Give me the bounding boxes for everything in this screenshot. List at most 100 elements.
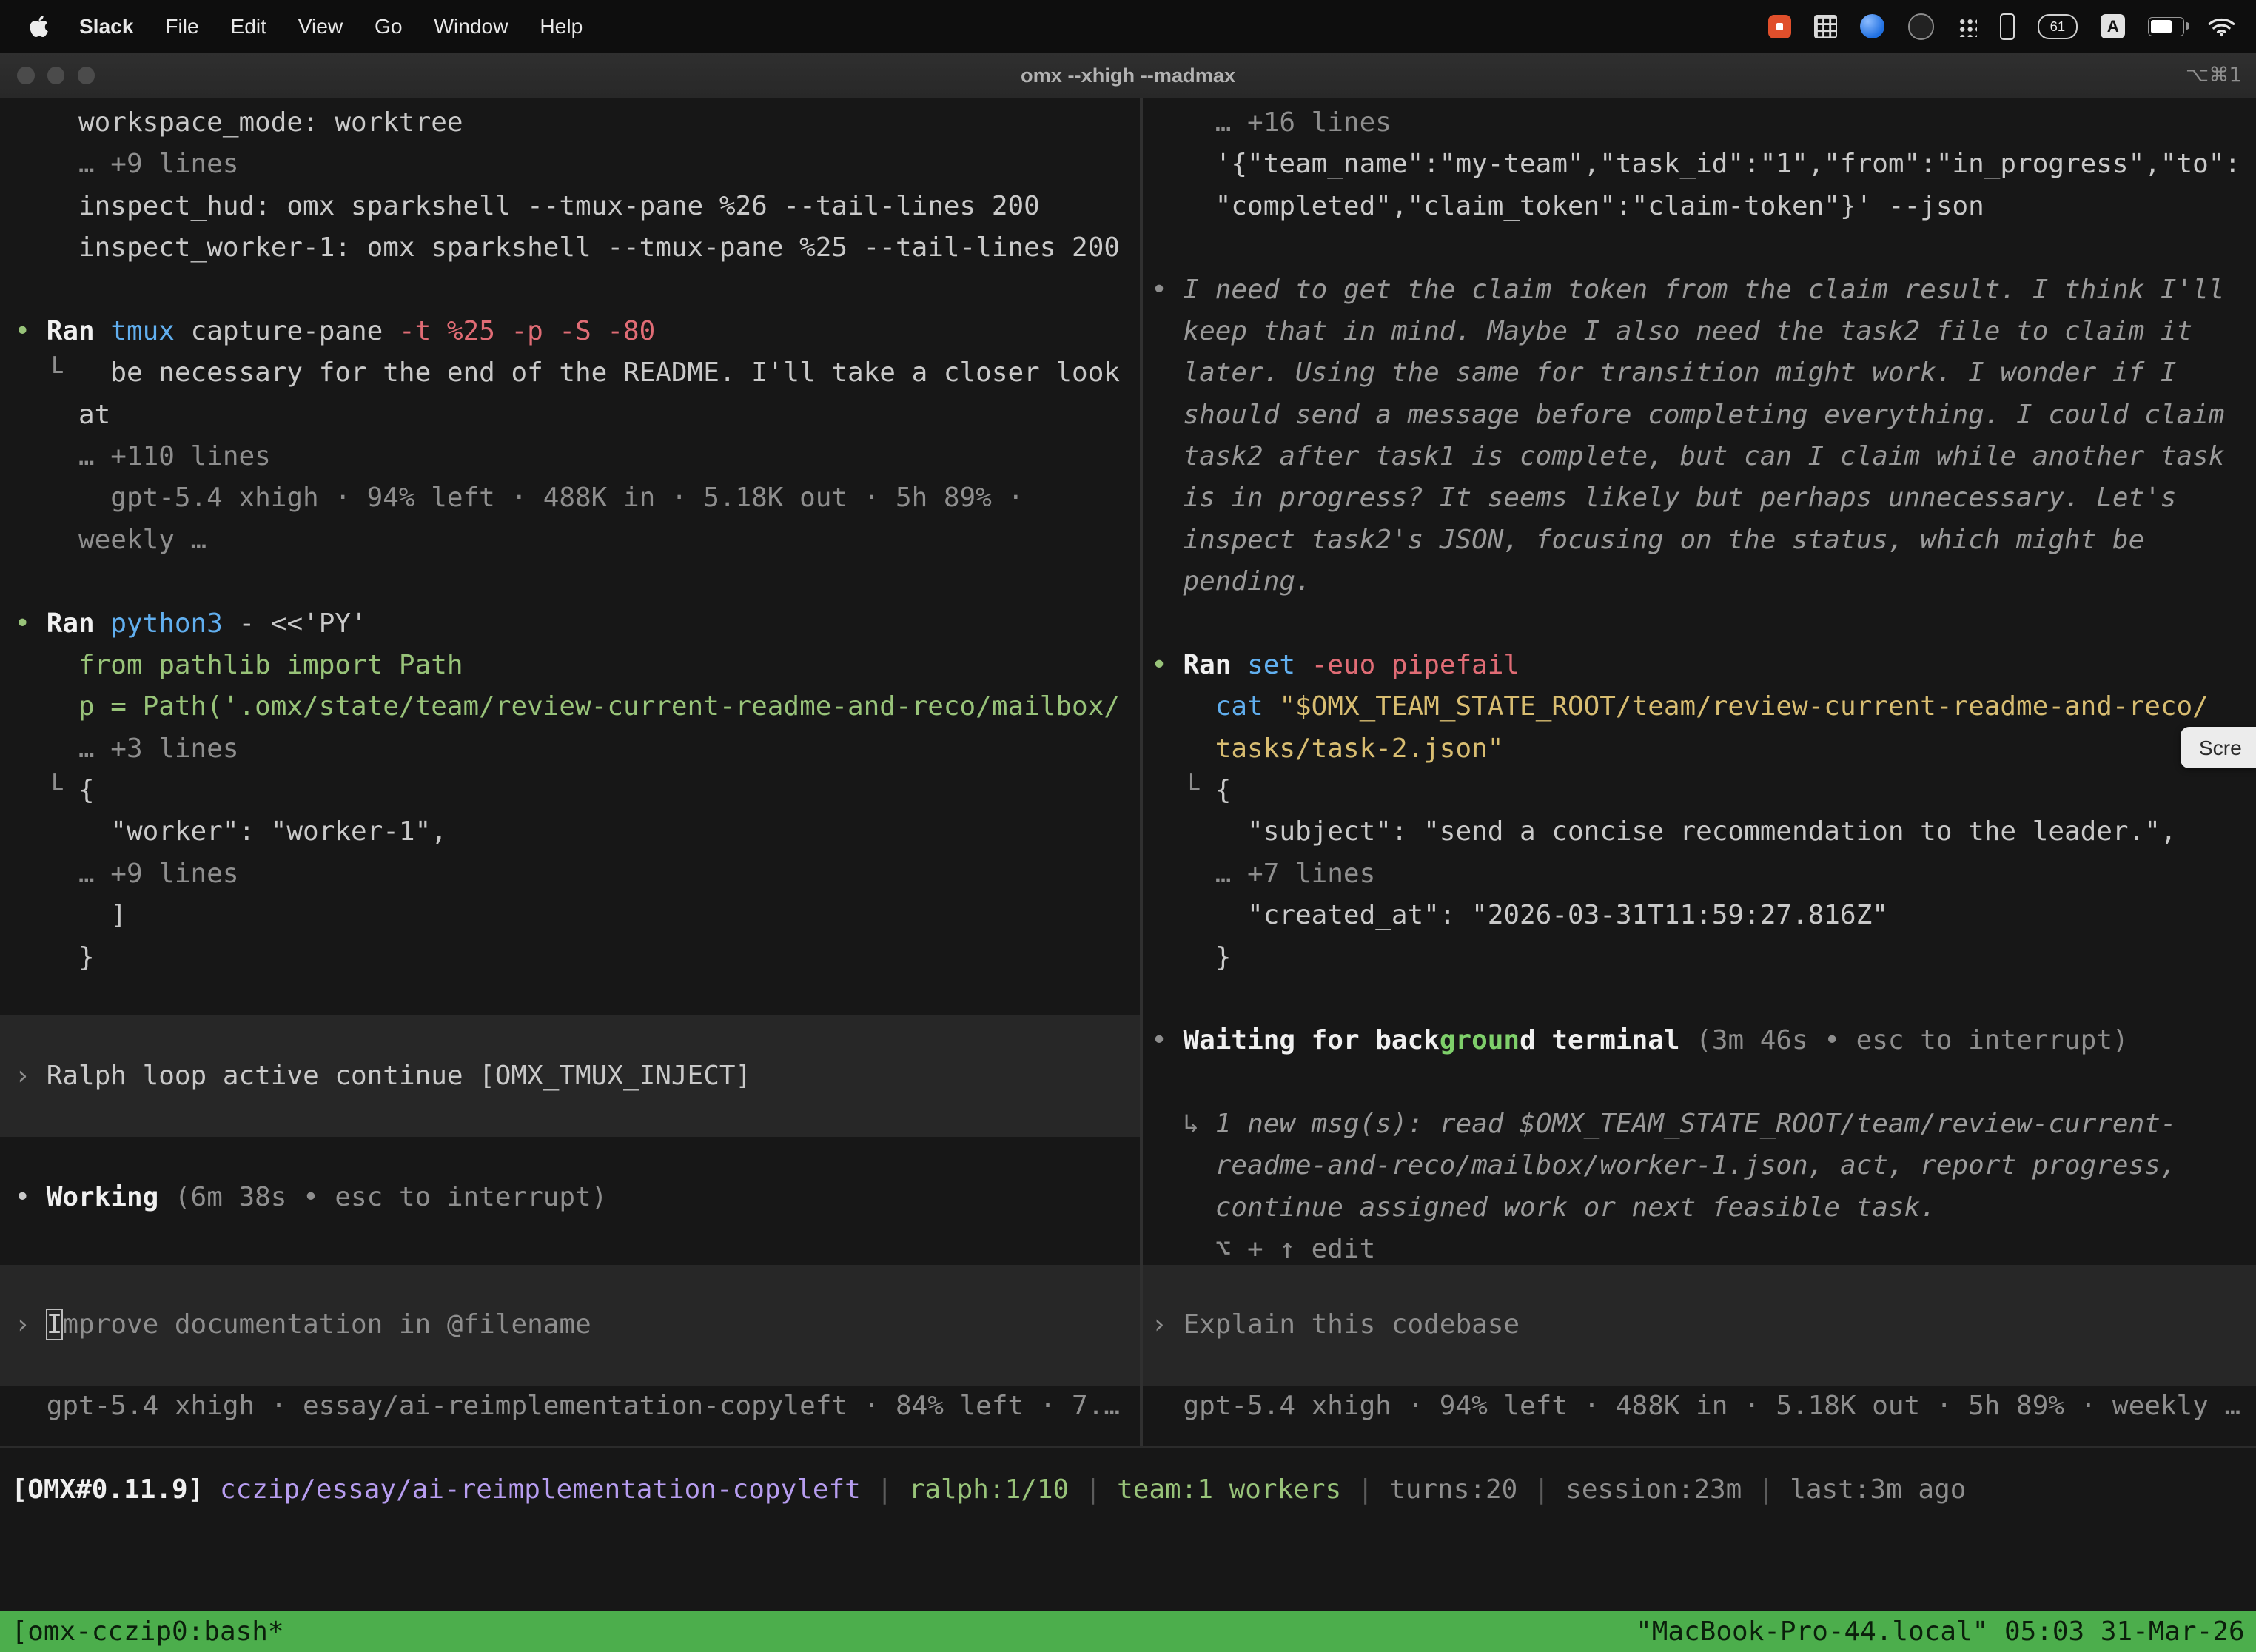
omx-status-bar: [OMX#0.11.9] cczip/essay/ai-reimplementa… <box>12 1469 1967 1511</box>
text-segment: … +7 lines <box>1151 859 1375 889</box>
text-segment: -euo pipefail <box>1312 650 1520 680</box>
window-titlebar[interactable]: omx --xhigh --madmax ⌥⌘1 <box>0 53 2256 98</box>
text-segment: Ran <box>1183 650 1247 680</box>
menu-item-file[interactable]: File <box>150 14 215 38</box>
text-segment: groun <box>1440 1025 1520 1055</box>
wifi-icon[interactable] <box>2207 15 2236 38</box>
text-segment: continue assigned work or next feasible … <box>1151 1192 1936 1223</box>
tmux-host-clock: "MacBook-Pro-44.local" 05:03 31-Mar-26 <box>1636 1616 2245 1647</box>
text-segment: › <box>14 1061 46 1091</box>
text-segment: • <box>1151 650 1183 680</box>
terminal-line <box>1151 978 2256 1020</box>
macos-menu-bar: Slack File Edit View Go Window Help 61 A <box>0 0 2256 53</box>
text-segment: gpt-5.4 xhigh · 94% left · 488K in · 5.1… <box>14 483 1024 513</box>
dark-app-icon[interactable] <box>1908 13 1934 39</box>
text-segment: Ran <box>47 316 111 346</box>
terminal-line: cat "$OMX_TEAM_STATE_ROOT/team/review-cu… <box>1151 686 2256 728</box>
text-segment: } <box>14 942 94 973</box>
terminal-line: … +110 lines <box>14 436 1139 477</box>
terminal-line: } <box>14 937 1139 978</box>
tmux-pane-left: workspace_mode: worktree … +9 lines insp… <box>0 98 1140 1446</box>
text-segment: d terminal <box>1520 1025 1679 1055</box>
text-segment: … +9 lines <box>14 859 238 889</box>
terminal-line: later. Using the same for transition mig… <box>1151 352 2256 394</box>
terminal-line: … +9 lines <box>14 853 1139 895</box>
text-segment: readme-and-reco/mailbox/worker-1.json, a… <box>1151 1150 2176 1181</box>
text-segment: capture-pane <box>175 316 399 346</box>
terminal-line: • Ran python3 - <<'PY' <box>14 603 1139 645</box>
terminal-line: ] <box>14 895 1139 936</box>
text-segment: { <box>1215 775 1232 805</box>
menu-bar-status-icons: 61 A <box>1768 13 2256 39</box>
text-segment: inspect_hud: omx sparkshell --tmux-pane … <box>14 191 1039 221</box>
text-segment: … +110 lines <box>14 441 270 471</box>
text-segment: | <box>1069 1474 1117 1505</box>
tmux-status-bar: [omx-cczip0:bash* "MacBook-Pro-44.local"… <box>0 1611 2256 1651</box>
text-segment: { <box>78 775 95 805</box>
grid-app-icon[interactable] <box>1814 15 1837 38</box>
text-segment: | <box>1517 1474 1565 1505</box>
ralph-loop-text: › Ralph loop active continue [OMX_TMUX_I… <box>14 1055 751 1097</box>
text-segment: › <box>14 1309 46 1340</box>
text-segment: Working <box>47 1182 159 1212</box>
text-segment: team:1 workers <box>1117 1474 1341 1505</box>
window-title: omx --xhigh --madmax <box>0 53 2256 98</box>
text-segment: task2 after task1 is complete, but can I… <box>1151 441 2224 471</box>
text-segment: python3 <box>110 608 223 639</box>
menu-item-go[interactable]: Go <box>359 14 418 38</box>
terminal-line: inspect task2's JSON, focusing on the st… <box>1151 520 2256 561</box>
terminal-line: continue assigned work or next feasible … <box>1151 1187 2256 1229</box>
screen: Slack File Edit View Go Window Help 61 A <box>0 0 2256 1652</box>
terminal-line: • Waiting for background terminal (3m 46… <box>1151 1020 2256 1061</box>
text-segment: └ <box>1151 775 1215 805</box>
menu-item-view[interactable]: View <box>282 14 358 38</box>
terminal-line: ↳ 1 new msg(s): read $OMX_TEAM_STATE_ROO… <box>1151 1104 2256 1145</box>
text-segment: Explain this codebase <box>1183 1309 1520 1340</box>
prompt-input-left[interactable]: › Improve documentation in @filename <box>0 1265 1140 1386</box>
menu-app-name[interactable]: Slack <box>64 14 150 38</box>
battery-percentage-badge[interactable]: 61 <box>2038 14 2078 38</box>
text-segment: … +3 lines <box>14 733 238 764</box>
pane-bottom-separator <box>0 1446 2256 1448</box>
terminal-line: inspect_worker-1: omx sparkshell --tmux-… <box>14 227 1139 269</box>
terminal-line: … +9 lines <box>14 144 1139 185</box>
menu-item-edit[interactable]: Edit <box>215 14 282 38</box>
terminal-line <box>1151 1062 2256 1104</box>
terminal-line <box>14 269 1139 311</box>
tmux-session-info: [omx-cczip0:bash* <box>12 1616 284 1647</box>
prompt-text-right: › Explain this codebase <box>1151 1304 1520 1346</box>
text-segment: turns:20 <box>1389 1474 1517 1505</box>
input-source-icon[interactable]: A <box>2101 14 2125 38</box>
apple-menu[interactable] <box>26 14 64 38</box>
terminal-line: "worker": "worker-1", <box>14 811 1139 853</box>
menu-item-help[interactable]: Help <box>524 14 599 38</box>
text-segment: [OMX#0.11.9] <box>12 1474 204 1505</box>
screen-recording-indicator-icon[interactable] <box>1768 15 1791 38</box>
text-cursor: I <box>47 1309 63 1340</box>
text-segment: be necessary for the end of the README. … <box>110 357 1120 388</box>
text-segment: "completed","claim_token":"claim-token"}… <box>1151 191 1984 221</box>
text-segment: from pathlib import Path <box>14 650 463 680</box>
text-segment: • <box>1151 275 1183 305</box>
text-segment: gpt-5.4 xhigh · 94% left · 488K in · 5.1… <box>1151 1391 2240 1421</box>
text-segment: last:3m ago <box>1790 1474 1966 1505</box>
battery-icon[interactable] <box>2148 17 2184 36</box>
text-segment: Ralph loop active continue [OMX_TMUX_INJ… <box>47 1061 751 1091</box>
terminal-line: └ be necessary for the end of the README… <box>14 352 1139 394</box>
text-segment: inspect task2's JSON, focusing on the st… <box>1151 525 2144 555</box>
dots-grid-icon[interactable] <box>1957 16 1977 36</box>
terminal-line: tasks/task-2.json" <box>1151 728 2256 770</box>
text-segment: • <box>1151 1025 1183 1055</box>
terminal-line: at <box>14 394 1139 436</box>
text-segment: } <box>1151 942 1231 973</box>
terminal-window: omx --xhigh --madmax ⌥⌘1 workspace_mode:… <box>0 53 2256 1652</box>
terminal-line: └ { <box>14 770 1139 811</box>
menu-item-window[interactable]: Window <box>418 14 524 38</box>
text-segment: workspace_mode: worktree <box>14 107 463 138</box>
prompt-input-right[interactable]: › Explain this codebase <box>1143 1265 2256 1386</box>
text-segment: (6m 38s • esc to interrupt) <box>158 1182 607 1212</box>
phone-mirroring-icon[interactable] <box>2000 13 2015 39</box>
blue-app-icon[interactable] <box>1860 14 1884 38</box>
text-segment: set <box>1247 650 1312 680</box>
screen-tooltip[interactable]: Scre <box>2181 727 2256 768</box>
